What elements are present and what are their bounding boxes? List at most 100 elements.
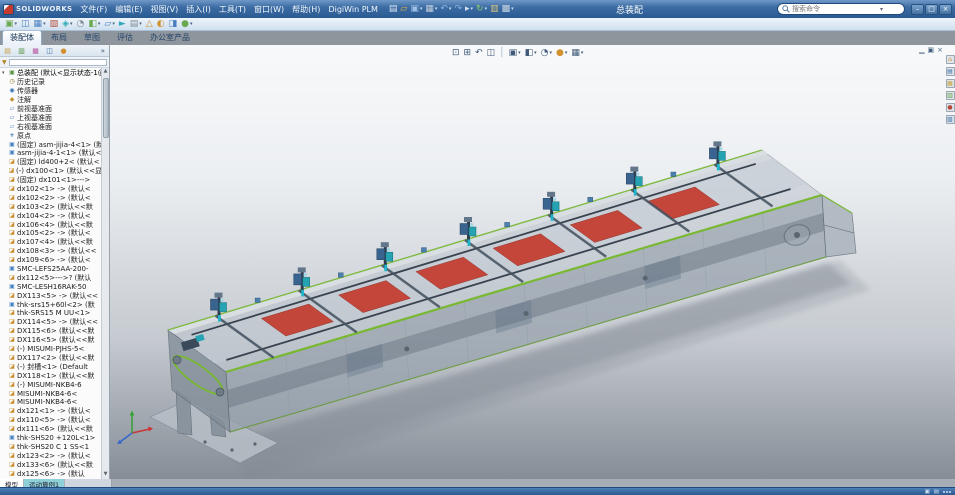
tree-item[interactable]: thk-SHS20 C 1 SS<1 xyxy=(2,442,109,451)
tree-item[interactable]: dx112<5>--->? (默认 xyxy=(2,273,109,282)
tab-sketch[interactable]: 草图 xyxy=(76,30,108,45)
display-style-icon[interactable]: ◧ ▾ xyxy=(524,47,538,59)
design-library-icon[interactable]: ▤ xyxy=(945,67,955,76)
tree-item[interactable]: dx111<6> (默认<<默 xyxy=(2,425,109,434)
tree-item[interactable]: dx103<2> (默认<<默 xyxy=(2,202,109,211)
tree-item[interactable]: dx108<3> -> (默认<< xyxy=(2,247,109,256)
tree-item[interactable]: thk-SRS15 M UU<1> xyxy=(2,309,109,318)
custom-properties-icon[interactable]: ▧ xyxy=(945,115,955,124)
dropdown-caret-icon[interactable]: ▾ xyxy=(139,21,142,27)
tree-item[interactable]: dx104<2> -> (默认< xyxy=(2,211,109,220)
featuremanager-tab-icon[interactable]: ▤ xyxy=(2,46,13,56)
zoom-area-icon[interactable]: ⊞ xyxy=(463,47,473,59)
rebuild-icon[interactable]: ↻ ▾ xyxy=(475,3,488,16)
section-view-icon[interactable]: ◫ xyxy=(486,47,497,59)
tree-item[interactable]: 注解 xyxy=(2,96,109,105)
assembly-features-icon[interactable]: ◧ ▾ xyxy=(87,18,101,30)
tree-item[interactable]: dx102<2> -> (默认< xyxy=(2,193,109,202)
dropdown-caret-icon[interactable]: ▾ xyxy=(190,21,193,27)
tree-item[interactable]: (-) dx100<1> (默认<<显示 xyxy=(2,167,109,176)
zoom-fit-icon[interactable]: ⊡ xyxy=(451,47,461,59)
orientation-triad-icon[interactable] xyxy=(117,410,153,445)
status-edit-icon[interactable]: ▤ xyxy=(934,489,939,495)
tree-item[interactable]: 前视基准面 xyxy=(2,105,109,114)
tree-item[interactable]: (固定) ld400+2< (默认< xyxy=(2,158,109,167)
tree-item[interactable]: (固定) asm-jijia-4<1> (默 xyxy=(2,140,109,149)
tree-item[interactable]: dx109<6> -> (默认< xyxy=(2,256,109,265)
scroll-up-icon[interactable]: ▲ xyxy=(104,68,108,76)
command-search[interactable]: ▾ xyxy=(777,3,905,15)
dropdown-caret-icon[interactable]: ▾ xyxy=(112,21,115,27)
exploded-view-icon[interactable]: △ xyxy=(145,18,154,30)
dropdown-caret-icon[interactable]: ▾ xyxy=(534,50,537,56)
file-properties-icon[interactable]: ▥ xyxy=(489,3,500,16)
dropdown-caret-icon[interactable]: ▾ xyxy=(449,6,452,12)
appearances-scenes-icon[interactable]: ● xyxy=(945,103,955,112)
tree-item[interactable]: (-) MISUMI-NKB4-6 xyxy=(2,380,109,389)
tree-item[interactable]: SMC-LEFS25AA-200- xyxy=(2,265,109,274)
smart-fasteners-icon[interactable]: ▧ xyxy=(49,18,60,30)
select-icon[interactable]: ▸ ▾ xyxy=(464,3,474,16)
menu-item[interactable]: 视图(V) xyxy=(147,4,183,15)
menu-item[interactable]: DigiWin PLM xyxy=(324,5,381,14)
bill-of-materials-icon[interactable]: ▤ ▾ xyxy=(129,18,143,30)
tree-item[interactable]: asm-jijia-4-1<1> (默认< xyxy=(2,149,109,158)
file-explorer-icon[interactable]: ▦ xyxy=(945,79,955,88)
status-display-icon[interactable]: ▣ xyxy=(925,489,930,495)
view-palette-icon[interactable]: ▥ xyxy=(945,91,955,100)
tree-item[interactable]: DX118<1> (默认<<默 xyxy=(2,371,109,380)
menu-item[interactable]: 窗口(W) xyxy=(250,4,288,15)
insert-component-icon[interactable]: ▣ ▾ xyxy=(4,18,18,30)
linear-pattern-icon[interactable]: ▦ ▾ xyxy=(33,18,47,30)
search-input[interactable] xyxy=(792,5,878,13)
edit-appearance-icon[interactable]: ● ▾ xyxy=(555,47,568,59)
hide-show-items-icon[interactable]: ◔ ▾ xyxy=(540,47,553,59)
tree-item[interactable]: dx110<5> -> (默认< xyxy=(2,416,109,425)
dropdown-caret-icon[interactable]: ▾ xyxy=(518,50,521,56)
dimxpertmanager-tab-icon[interactable]: ◫ xyxy=(44,46,55,56)
save-icon[interactable]: ▣ ▾ xyxy=(409,3,423,16)
scroll-down-icon[interactable]: ▼ xyxy=(104,471,108,479)
dropdown-caret-icon[interactable]: ▾ xyxy=(485,6,488,12)
displaymanager-tab-icon[interactable]: ● xyxy=(58,46,69,56)
tab-office-products[interactable]: 办公室产品 xyxy=(142,30,198,45)
dropdown-caret-icon[interactable]: ▾ xyxy=(435,6,438,12)
tab-evaluate[interactable]: 评估 xyxy=(109,30,141,45)
tree-item[interactable]: DX114<5> -> (默认<< xyxy=(2,318,109,327)
new-motion-study-icon[interactable]: ► xyxy=(118,18,127,30)
menu-item[interactable]: 工具(T) xyxy=(215,4,250,15)
simulation-icon[interactable]: ● ▾ xyxy=(180,18,193,30)
tree-item[interactable]: DX115<6> (默认<<默 xyxy=(2,327,109,336)
doc-close-icon[interactable]: × xyxy=(937,46,943,54)
instant3d-icon[interactable]: ◐ xyxy=(156,18,166,30)
configurationmanager-tab-icon[interactable]: ▦ xyxy=(30,46,41,56)
menu-item[interactable]: 编辑(E) xyxy=(111,4,146,15)
dropdown-caret-icon[interactable]: ▾ xyxy=(581,50,584,56)
tree-item[interactable]: DX113<5> -> (默认<< xyxy=(2,291,109,300)
menu-item[interactable]: 帮助(H) xyxy=(288,4,324,15)
scrollbar-thumb[interactable] xyxy=(102,78,109,138)
tree-item[interactable]: 历史记录 xyxy=(2,78,109,87)
tree-item[interactable]: 右视基准面 xyxy=(2,122,109,131)
doc-restore-icon[interactable]: ▣ xyxy=(928,46,935,54)
restore-button[interactable]: □ xyxy=(925,3,938,15)
task-pane-resources-icon[interactable]: ⌂ xyxy=(945,55,955,64)
tree-item[interactable]: dx105<2> -> (默认< xyxy=(2,229,109,238)
tab-assembly[interactable]: 装配体 xyxy=(2,30,42,45)
undo-icon[interactable]: ↶ ▾ xyxy=(439,3,452,16)
tree-item[interactable]: DX116<5> (默认<<默 xyxy=(2,336,109,345)
show-hidden-components-icon[interactable]: ◔ xyxy=(76,18,86,30)
external-references-icon[interactable]: ◨ xyxy=(168,18,179,30)
dropdown-caret-icon[interactable]: ▾ xyxy=(420,6,423,12)
close-button[interactable]: × xyxy=(939,3,952,15)
tree-item[interactable]: dx102<1> -> (默认< xyxy=(2,185,109,194)
minimize-button[interactable]: – xyxy=(911,3,924,15)
dropdown-caret-icon[interactable]: ▾ xyxy=(15,21,18,27)
move-component-icon[interactable]: ◈ ▾ xyxy=(61,18,73,30)
menu-item[interactable]: 文件(F) xyxy=(76,4,111,15)
redo-icon[interactable]: ↷ xyxy=(453,3,463,16)
tree-item[interactable]: dx123<2> -> (默认< xyxy=(2,451,109,460)
tree-item[interactable]: dx125<6> -> (默认 xyxy=(2,469,109,478)
options-icon[interactable]: ▩ ▾ xyxy=(501,3,515,16)
tree-item[interactable]: DX117<2> (默认<<默 xyxy=(2,354,109,363)
